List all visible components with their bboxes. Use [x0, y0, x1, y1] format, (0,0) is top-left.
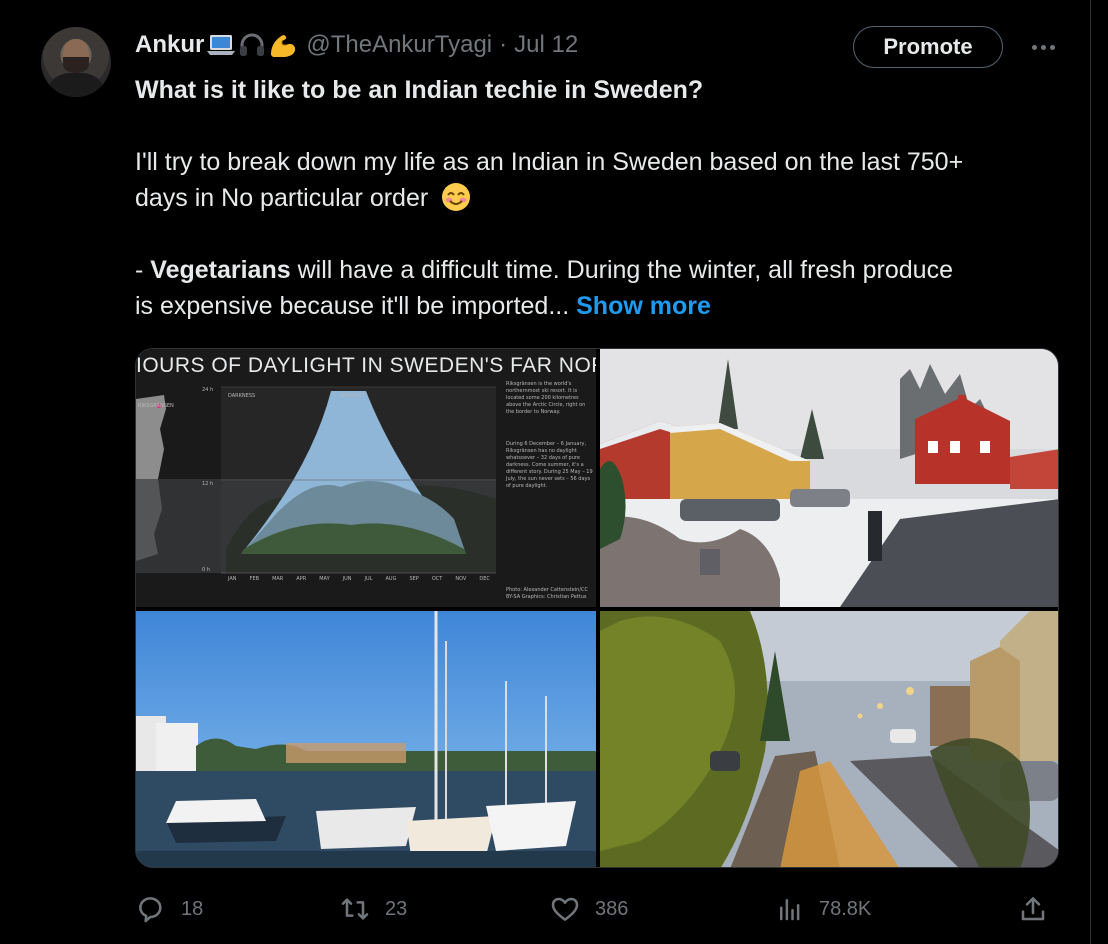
avatar-beard — [63, 57, 89, 73]
like-button[interactable]: 386 — [549, 890, 628, 928]
reply-button[interactable]: 18 — [135, 890, 203, 928]
repost-button[interactable]: 23 — [339, 890, 407, 928]
chart-side-label: RIKSGRÄNSEN — [138, 403, 174, 409]
flexed-biceps-icon — [271, 35, 296, 57]
smiling-face-emoji-icon — [442, 183, 471, 211]
chart-darkness-label: DARKNESS — [228, 393, 256, 399]
month-label: JUL — [364, 576, 373, 582]
chart-note: Riksgränsen is the world's northernmost … — [506, 381, 586, 415]
author-name[interactable]: Ankur — [135, 31, 204, 59]
month-label: SEP — [409, 576, 419, 582]
show-more-link[interactable]: Show more — [576, 292, 711, 320]
separator-dot: · — [499, 31, 508, 58]
snowy-street-photo — [600, 349, 1058, 607]
tweet-text-line: I'll try to break down my life as an Ind… — [135, 148, 964, 176]
column-border — [1090, 0, 1091, 944]
bullet-bold-word: Vegetarians — [150, 256, 291, 284]
bullet-rest: will have a difficult time. During the w… — [290, 256, 953, 284]
like-count: 386 — [595, 897, 629, 920]
media-grid[interactable]: IOURS OF DAYLIGHT IN SWEDEN'S FAR NORTI … — [135, 348, 1059, 868]
laptop-icon — [207, 35, 236, 55]
media-image-daylight-chart[interactable]: IOURS OF DAYLIGHT IN SWEDEN'S FAR NORTI … — [136, 349, 596, 607]
avatar-body — [49, 73, 103, 97]
more-dot-icon — [1040, 44, 1046, 50]
chart-credit: Photo: Alexander Cattenstein/CC BY-SA Gr… — [506, 587, 589, 600]
tweet-text-line: - Vegetarians will have a difficult time… — [135, 252, 953, 288]
tweet-text-line: days in No particular order — [135, 180, 471, 216]
media-image-snowy-street[interactable] — [600, 349, 1058, 607]
share-button[interactable] — [1017, 890, 1049, 928]
month-label: NOV — [455, 576, 467, 582]
month-label: APR — [296, 576, 307, 582]
more-options-button[interactable] — [1026, 36, 1060, 58]
media-grid-divider — [136, 607, 1058, 611]
repost-count: 23 — [385, 897, 408, 920]
chart-tick-label: 12 h — [202, 481, 214, 487]
repost-icon — [341, 898, 369, 920]
month-label: AUG — [385, 576, 397, 582]
views-button[interactable]: 78.8K — [775, 890, 871, 928]
headphones-icon — [240, 33, 265, 56]
month-label: JUN — [342, 576, 352, 582]
reply-icon — [139, 897, 162, 923]
tweet-text-fragment: is expensive because it'll be imported..… — [135, 292, 570, 320]
chart-month-axis: JAN FEB MAR APR MAY JUN JUL AUG SEP OCT … — [228, 576, 490, 582]
media-image-marina[interactable] — [136, 611, 596, 867]
month-label: JAN — [228, 576, 237, 582]
month-label: FEB — [249, 576, 260, 582]
chart-tick-label: 24 h — [202, 387, 214, 393]
reply-count: 18 — [181, 897, 204, 920]
tweet-headline: What is it like to be an Indian techie i… — [135, 76, 704, 104]
month-label: OCT — [431, 576, 443, 582]
tweet-text-line: is expensive because it'll be imported..… — [135, 288, 711, 324]
more-dot-icon — [1031, 44, 1037, 50]
chart-tick-label: 0 h — [202, 567, 210, 573]
name-emojis — [206, 31, 298, 59]
tweet-header: Ankur @TheAnkurTyagi · Jul 12 — [135, 28, 578, 62]
views-chart-icon — [780, 899, 800, 921]
chart-title: IOURS OF DAYLIGHT IN SWEDEN'S FAR NORTI — [136, 354, 596, 377]
chart-daylight-label: DAYLIGHT — [340, 393, 365, 399]
promote-button[interactable]: Promote — [853, 26, 1003, 68]
tweet-date[interactable]: Jul 12 — [514, 31, 578, 59]
avatar[interactable] — [41, 27, 111, 97]
media-image-rainy-street[interactable] — [600, 611, 1058, 867]
heart-icon — [551, 897, 579, 921]
tweet-actions: 18 23 386 78.8K — [135, 890, 1059, 928]
chart-note: During 6 December – 6 January, Riksgräns… — [506, 441, 593, 489]
more-dot-icon — [1049, 44, 1055, 50]
tweet-text-fragment: days in No particular order — [135, 184, 429, 212]
bullet-dash: - — [135, 256, 151, 284]
month-label: MAY — [319, 576, 330, 582]
marina-photo — [136, 611, 596, 867]
share-icon — [1021, 897, 1045, 921]
month-label: DEC — [479, 576, 490, 582]
views-count: 78.8K — [819, 897, 872, 920]
author-handle[interactable]: @TheAnkurTyagi — [306, 31, 492, 59]
rainy-street-photo — [600, 611, 1058, 867]
month-label: MAR — [272, 576, 284, 582]
